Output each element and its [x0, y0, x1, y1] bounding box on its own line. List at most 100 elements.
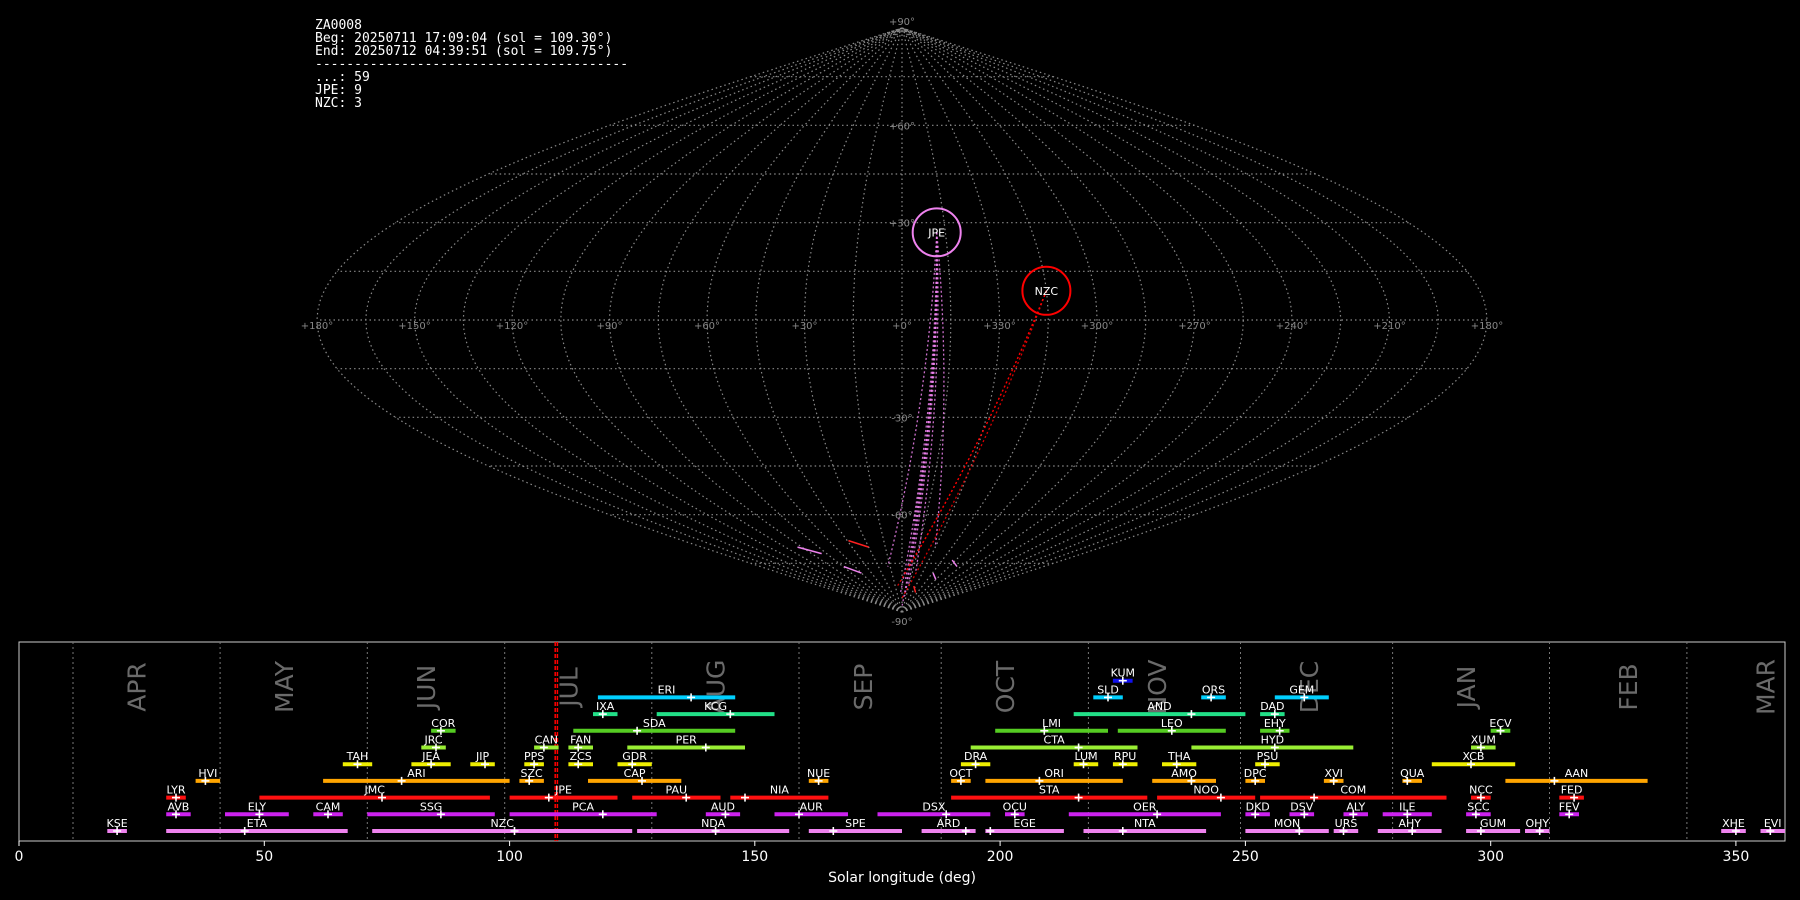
shower-label: JMC	[363, 784, 385, 797]
shower-label: PCA	[572, 800, 594, 813]
shower-label: XUM	[1471, 734, 1496, 747]
shower-label: EGE	[1013, 817, 1035, 830]
shower-label: ELY	[248, 800, 267, 813]
shower-label: JEA	[421, 750, 440, 763]
month-label: JUL	[554, 667, 583, 709]
shower-label: ZCS	[570, 750, 592, 763]
shower-label: FED	[1561, 784, 1583, 797]
shower-label: CTA	[1044, 734, 1066, 747]
shower-label: AUD	[711, 800, 735, 813]
latitude-label: +90°	[889, 17, 915, 28]
shower-label: GDR	[622, 750, 647, 763]
shower-label: AND	[1147, 700, 1171, 713]
shower-label: DAD	[1260, 700, 1284, 713]
month-label: JAN	[1452, 666, 1481, 711]
meteor-radiant-chart: +180° +150° +120° +90° +60° +30° +0° +330° +300°…	[0, 0, 1800, 900]
shower-label: SSG	[420, 800, 443, 813]
shower-label: DSX	[922, 800, 945, 813]
shower-label: JPE	[554, 784, 572, 797]
shower-label: HYD	[1261, 734, 1284, 747]
shower-label: THA	[1167, 750, 1191, 763]
shower-label: COR	[431, 717, 455, 730]
shower-label: RPU	[1114, 750, 1136, 763]
shower-label: URS	[1335, 817, 1358, 830]
shower-label: LUM	[1074, 750, 1097, 763]
longitude-label: +0°	[892, 321, 912, 332]
shower-label: NUE	[807, 767, 830, 780]
shower-label: EHY	[1264, 717, 1286, 730]
radiant-label: JPE	[927, 226, 945, 239]
month-label: JUN	[412, 665, 441, 711]
x-tick-label: 50	[255, 849, 273, 865]
shower-label: QUA	[1400, 767, 1425, 780]
shower-label: LYR	[166, 784, 185, 797]
shower-label: PAU	[666, 784, 688, 797]
shower-label: ARI	[407, 767, 425, 780]
latitude-label: -30°	[891, 413, 912, 424]
shower-label: XHE	[1722, 817, 1745, 830]
longitude-label: +240°	[1276, 321, 1308, 332]
shower-label: IXA	[596, 700, 615, 713]
shower-label: CAM	[316, 800, 341, 813]
shower-label: COM	[1340, 784, 1366, 797]
shower-label: ETA	[247, 817, 268, 830]
shower-label: HVI	[198, 767, 217, 780]
longitude-label: +150°	[398, 321, 430, 332]
longitude-label: +180°	[1471, 321, 1503, 332]
longitude-label: +180°	[301, 321, 333, 332]
shower-label: PER	[676, 734, 698, 747]
x-tick-label: 350	[1723, 849, 1750, 865]
shower-label: AAN	[1565, 767, 1589, 780]
shower-label: PPS	[524, 750, 544, 763]
shower-label: KCG	[704, 700, 727, 713]
shower-label: ERI	[658, 683, 676, 696]
shower-label: LMI	[1042, 717, 1061, 730]
shower-label: NZC	[490, 817, 514, 830]
shower-label: CAN	[535, 734, 558, 747]
background	[0, 0, 1800, 900]
shower-label: JIP	[475, 750, 489, 763]
shower-label: PSU	[1257, 750, 1279, 763]
x-tick-label: 0	[15, 849, 24, 865]
shower-label: DRA	[964, 750, 988, 763]
shower-label: DKD	[1246, 800, 1270, 813]
shower-label: ORI	[1044, 767, 1064, 780]
month-label: OCT	[991, 660, 1020, 713]
shower-label: SLD	[1097, 683, 1119, 696]
shower-label: ECV	[1489, 717, 1512, 730]
shower-label: SPE	[845, 817, 866, 830]
shower-label: SZC	[520, 767, 543, 780]
shower-label: AMO	[1171, 767, 1197, 780]
shower-label: STA	[1039, 784, 1060, 797]
shower-label: ARD	[937, 817, 961, 830]
shower-label: MON	[1274, 817, 1300, 830]
shower-label: NIA	[770, 784, 789, 797]
longitude-label: +120°	[496, 321, 528, 332]
shower-label: DSV	[1290, 800, 1313, 813]
shower-label: XCB	[1463, 750, 1485, 763]
shower-label: FAN	[570, 734, 591, 747]
month-label: SEP	[849, 664, 878, 711]
shower-label: FEV	[1559, 800, 1580, 813]
longitude-label: +330°	[983, 321, 1015, 332]
x-tick-label: 300	[1477, 849, 1504, 865]
shower-label: NOO	[1193, 784, 1219, 797]
shower-label: LEO	[1161, 717, 1183, 730]
month-label: MAY	[270, 660, 299, 713]
longitude-label: +60°	[694, 321, 720, 332]
shower-label: ORS	[1202, 683, 1225, 696]
latitude-label: +30°	[889, 219, 915, 230]
shower-label: KUM	[1111, 667, 1135, 680]
shower-label: SDA	[643, 717, 666, 730]
shower-label: NDA	[701, 817, 726, 830]
x-tick-label: 250	[1232, 849, 1259, 865]
latitude-label: +60°	[889, 121, 915, 132]
shower-label: AUR	[800, 800, 824, 813]
longitude-label: +210°	[1373, 321, 1405, 332]
longitude-label: +270°	[1178, 321, 1210, 332]
shower-label: XVI	[1325, 767, 1343, 780]
radiant-label: NZC	[1035, 285, 1059, 298]
shower-label: AVB	[167, 800, 189, 813]
month-label: APR	[123, 662, 152, 712]
shower-label: ALY	[1346, 800, 1365, 813]
